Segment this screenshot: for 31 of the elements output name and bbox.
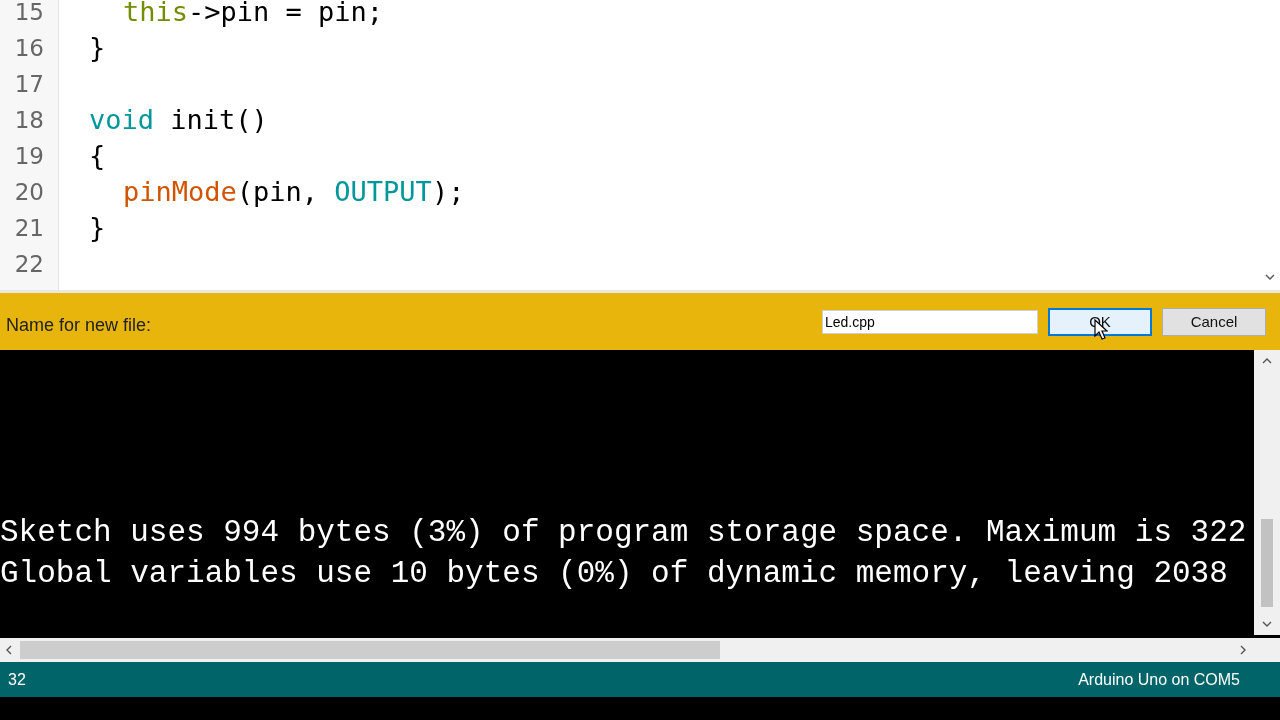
- line-indicator: 32: [8, 670, 26, 689]
- console-line: Sketch uses 994 bytes (3%) of program storage space. Maximum is 322: [0, 514, 1248, 552]
- dialog-button[interactable]: Cancel: [1162, 307, 1266, 336]
- horizontal-scrollbar[interactable]: [0, 638, 1280, 662]
- scroll-right-icon[interactable]: [1240, 645, 1246, 655]
- line-number: 19: [13, 142, 45, 171]
- scrollbar-thumb[interactable]: [1261, 519, 1273, 607]
- line-number: 16: [13, 34, 45, 63]
- code-line: void init(): [89, 104, 268, 135]
- scroll-left-icon[interactable]: [6, 645, 12, 655]
- line-number: 18: [13, 106, 45, 135]
- scroll-down-icon[interactable]: [1262, 621, 1272, 627]
- scroll-down-icon[interactable]: [1265, 274, 1275, 280]
- board-port-label: Arduino Uno on COM5: [1078, 670, 1240, 689]
- code-line: {: [89, 140, 106, 171]
- vertical-scrollbar[interactable]: [1254, 350, 1280, 635]
- code-line: }: [89, 32, 106, 63]
- line-number: 17: [13, 70, 45, 99]
- line-number: 21: [13, 214, 45, 243]
- prompt-label: Name for new file:: [6, 314, 153, 336]
- code-line: pinMode(pin, OUTPUT);: [123, 176, 465, 207]
- code-line: }: [89, 212, 106, 243]
- scroll-up-icon[interactable]: [1262, 358, 1272, 364]
- console-line: Global variables use 10 bytes (0%) of dynamic memory, leaving 2038: [0, 555, 1229, 593]
- filename-field[interactable]: Led.cpp: [822, 309, 1038, 334]
- code-line: this->pin = pin;: [123, 0, 384, 27]
- code-editor[interactable]: 15 16 17 18 19 20 21 22 this->pin = pin; } void init() { pinMode(pin, OUTPUT); }: [0, 0, 1280, 293]
- line-number: 15: [13, 0, 45, 27]
- scrollbar-thumb[interactable]: [20, 641, 720, 659]
- line-number: 22: [13, 250, 45, 279]
- line-number: 20: [13, 178, 45, 207]
